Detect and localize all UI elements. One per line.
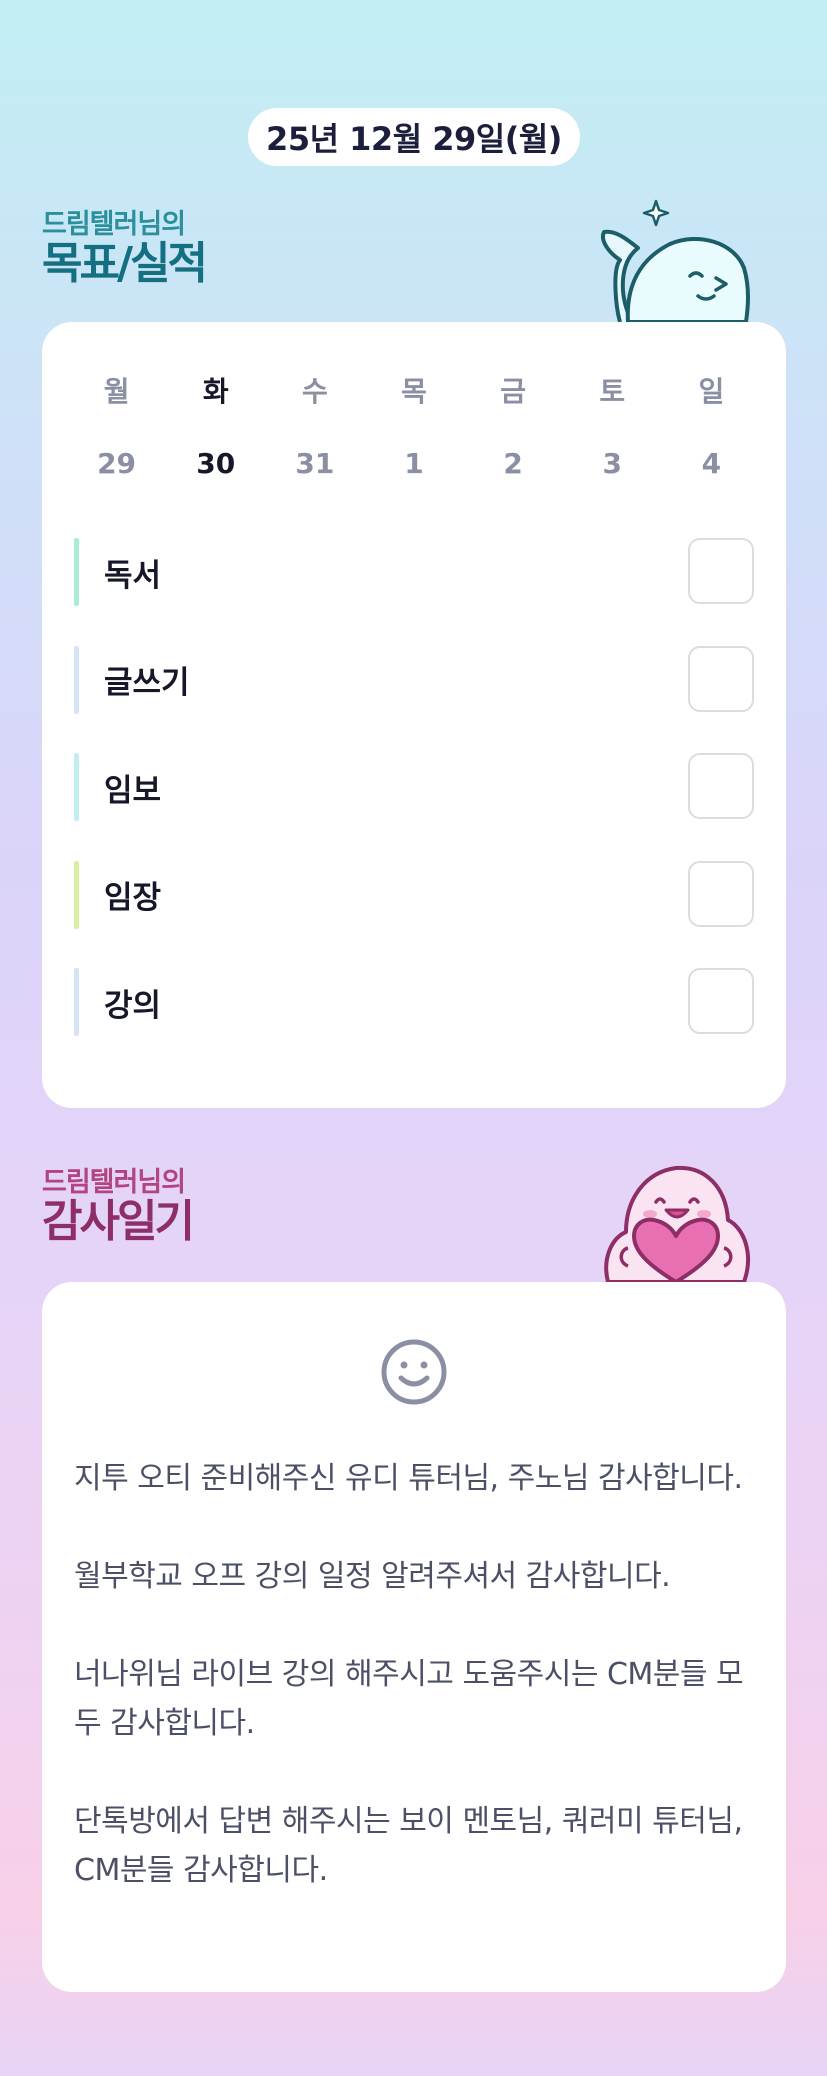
goal-row: 글쓰기 [74, 645, 754, 714]
goal-checkbox[interactable] [688, 538, 754, 604]
gratitude-entry: 단톡방에서 답변 해주시는 보이 멘토님, 쿼러미 튜터님, CM분들 감사합니… [74, 1804, 743, 1888]
day-2[interactable]: 수 31 [265, 372, 364, 484]
day-number: 2 [503, 447, 523, 480]
goal-color-bar [74, 753, 79, 821]
goal-color-bar [74, 538, 79, 606]
goal-label: 독서 [104, 557, 162, 594]
day-number: 29 [97, 447, 137, 480]
day-3[interactable]: 목1 [364, 372, 463, 484]
goal-row: 임장 [74, 860, 754, 929]
goal-row: 강의 [74, 968, 754, 1036]
goal-list: 독서글쓰기임보임장강의 [74, 538, 754, 1076]
day-name: 토 [599, 375, 626, 408]
goal-checkbox[interactable] [688, 753, 754, 819]
day-number: 31 [295, 447, 335, 480]
gratitude-text[interactable]: 지투 오티 준비해주신 유디 튜터님, 주노님 감사합니다. 월부학교 오프 강의… [74, 1454, 754, 1895]
gratitude-section-header: 드림텔러님의 감사일기 [42, 1167, 195, 1247]
goal-label: 임장 [104, 880, 162, 916]
day-name: 월 [103, 375, 130, 408]
day-name: 금 [500, 375, 527, 408]
goal-color-bar [74, 968, 79, 1036]
goal-row: 임보 [74, 753, 754, 821]
day-name: 수 [301, 375, 328, 408]
date-pill[interactable]: 25년 12월 29일(월) [248, 108, 580, 166]
day-4[interactable]: 금2 [464, 372, 563, 484]
day-number: 30 [196, 447, 236, 480]
gratitude-section-subtitle: 드림텔러님의 [42, 1167, 186, 1198]
smile-icon[interactable] [379, 1337, 449, 1407]
goal-section-title: 목표/실적 [42, 238, 208, 289]
goal-label: 글쓰기 [104, 665, 190, 701]
goal-color-bar [74, 860, 79, 929]
goal-label: 임보 [104, 772, 162, 809]
gratitude-entry: 월부학교 오프 강의 일정 알려주셔서 감사합니다. [74, 1559, 671, 1594]
day-number: 3 [602, 447, 623, 480]
day-number: 4 [701, 447, 722, 480]
gratitude-section-title: 감사일기 [42, 1196, 195, 1247]
goal-card: 월 29 화 30 수 31 목 1 금 2 토 3 일 4 독서 글쓰기 임보 임장 강의 [42, 322, 786, 1108]
gratitude-entry: 지투 오티 준비해주신 유디 튜터님, 주노님 감사합니다. [74, 1461, 743, 1496]
gratitude-card: 지투 오티 준비해주신 유디 튜터님, 주노님 감사합니다. 월부학교 오프 강의… [42, 1282, 786, 1992]
goal-checkbox[interactable] [688, 968, 754, 1034]
pink-mascot-icon [604, 1165, 750, 1282]
goal-row: 독서 [74, 538, 754, 606]
goal-label: 강의 [104, 987, 162, 1024]
day-0[interactable]: 월 29 [67, 372, 166, 484]
gratitude-entry: 너나위님 라이브 강의 해주시고 도움주시는 CM분들 모두 감사합니다. [74, 1657, 744, 1741]
mint-mascot-icon [601, 199, 750, 322]
goal-checkbox[interactable] [688, 645, 754, 712]
goal-section-header: 드림텔러님의 목표/실적 [42, 209, 208, 289]
goal-checkbox[interactable] [688, 860, 754, 927]
day-number: 1 [404, 447, 424, 480]
day-5[interactable]: 토3 [563, 372, 662, 484]
week-selector: 월 29 화 30 수 31 목 1 금 2 토 3 일 4 [67, 372, 761, 484]
day-1[interactable]: 화 30 [166, 372, 265, 484]
goal-section-subtitle: 드림텔러님의 [42, 209, 186, 240]
day-name: 일 [698, 375, 725, 408]
day-name: 화 [202, 375, 229, 408]
day-name: 목 [401, 375, 427, 408]
day-6[interactable]: 일4 [662, 372, 761, 484]
goal-color-bar [74, 645, 79, 714]
